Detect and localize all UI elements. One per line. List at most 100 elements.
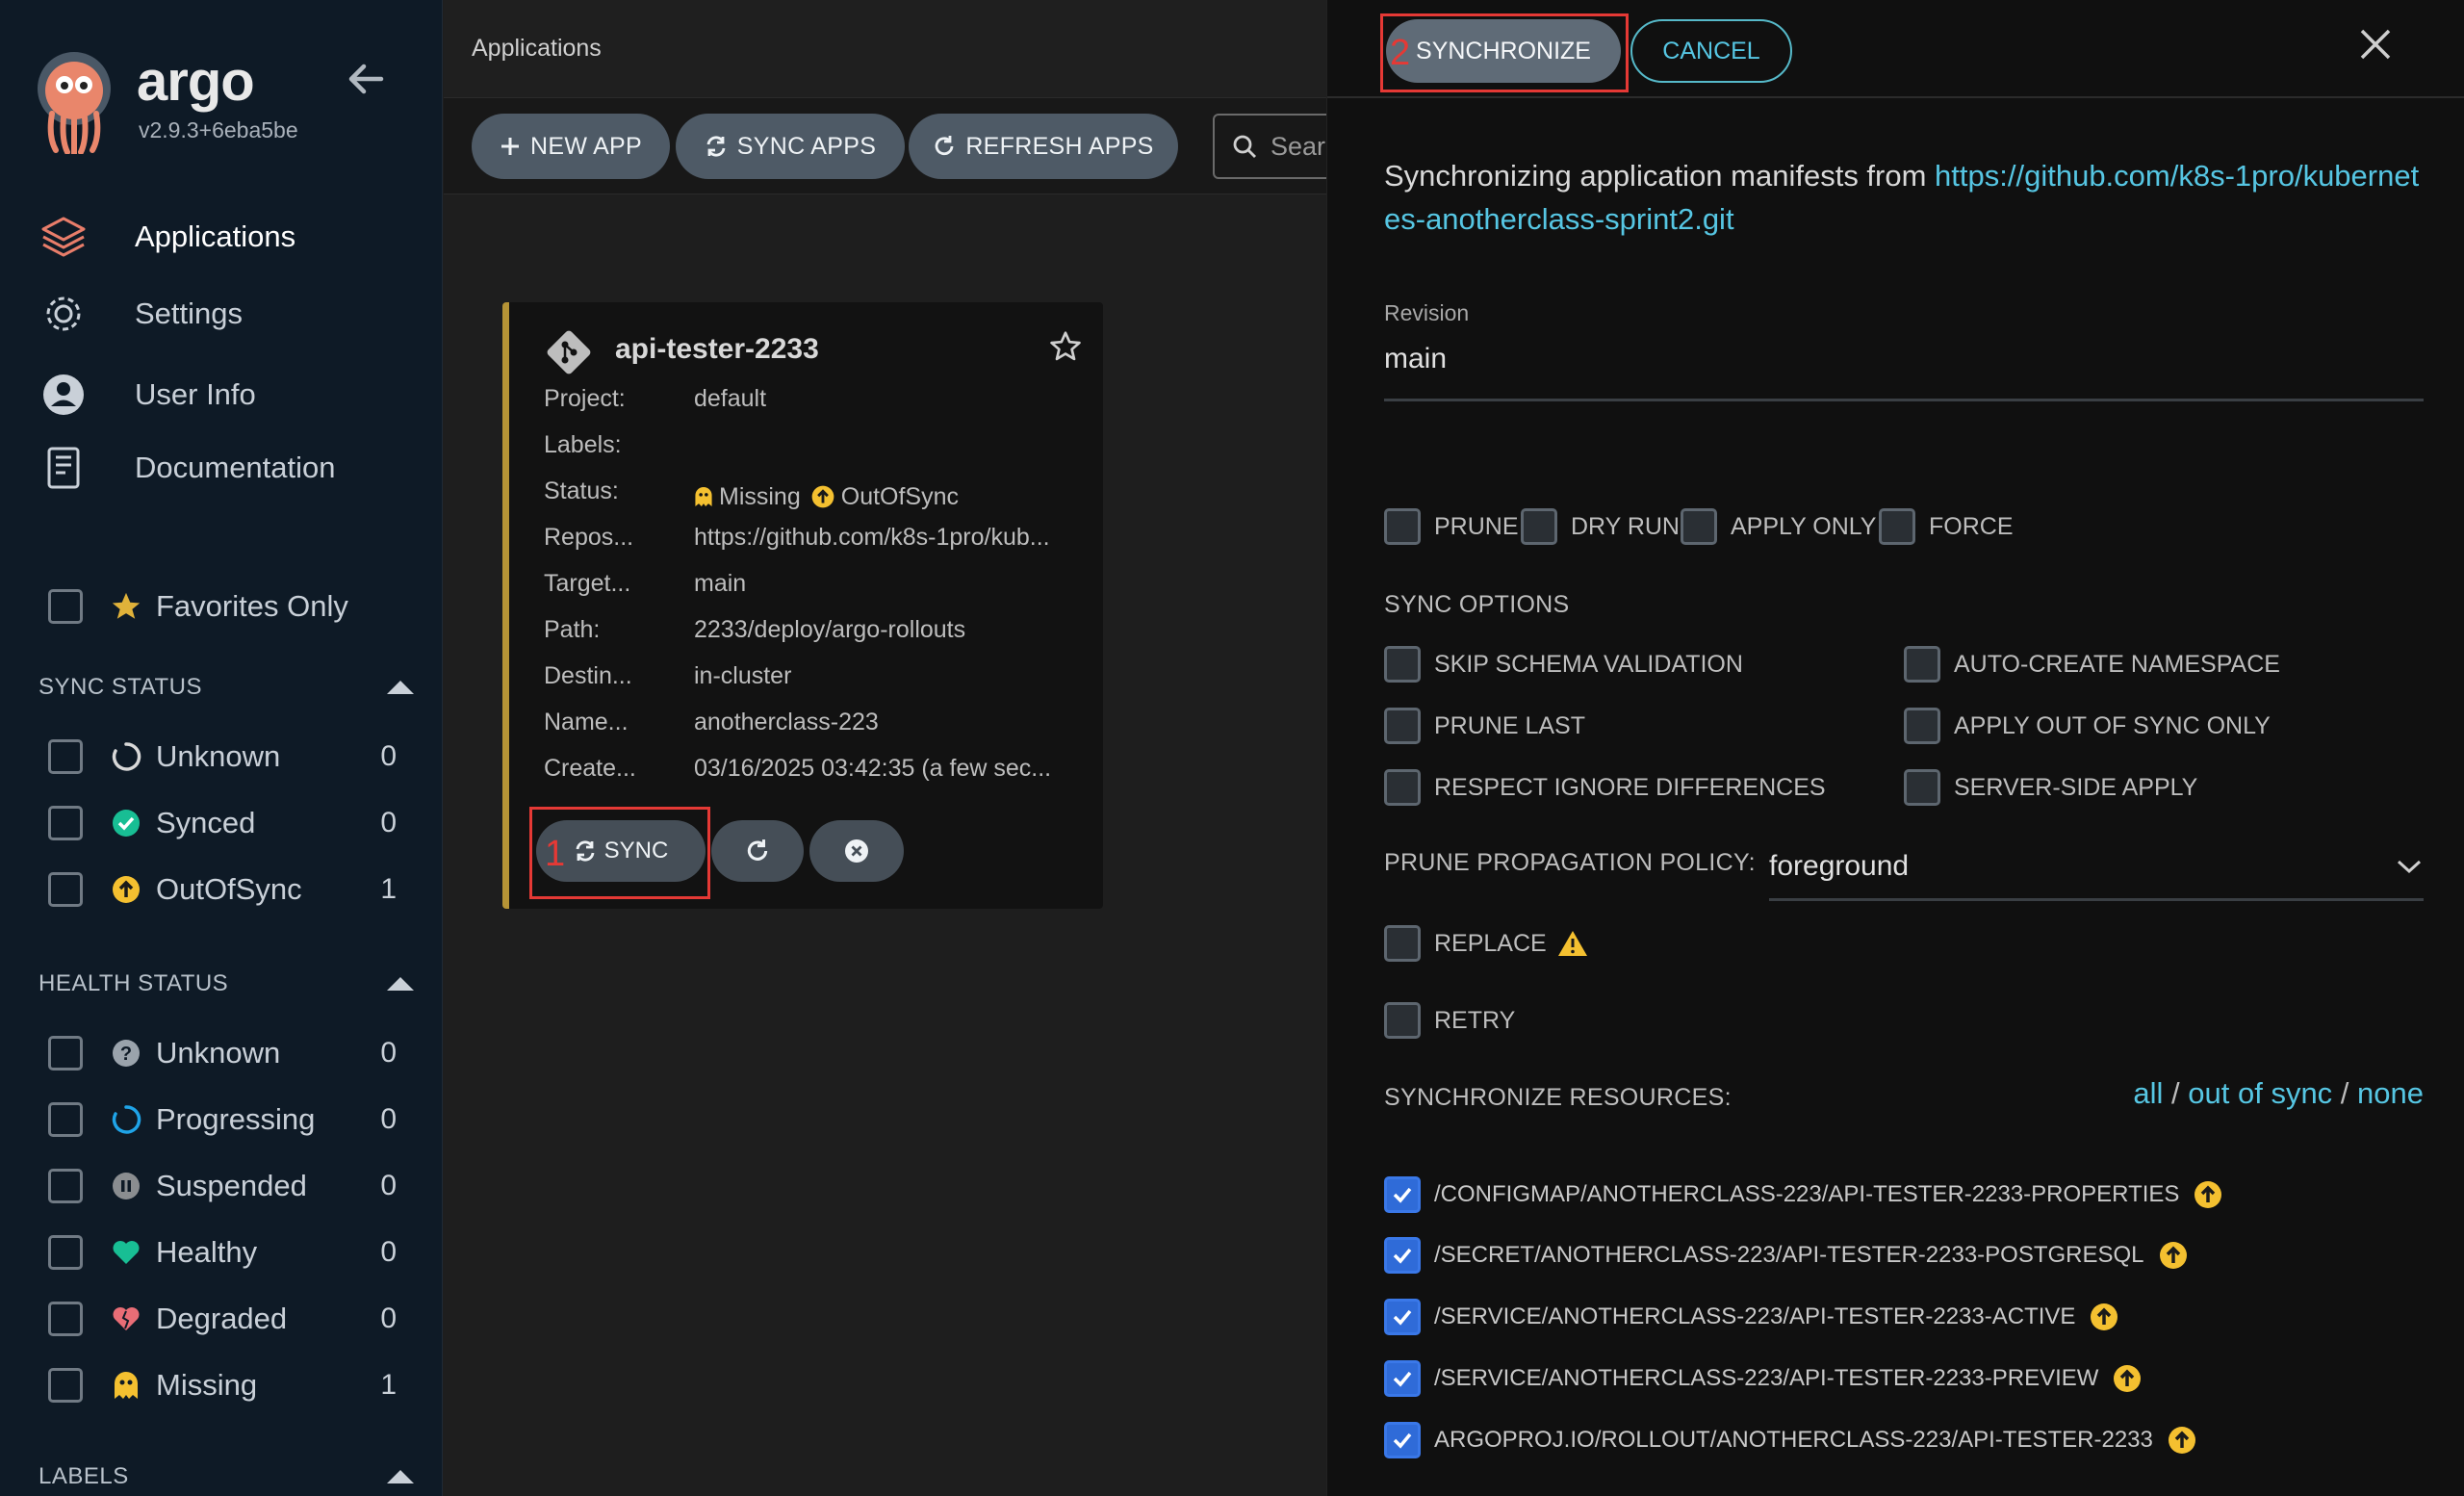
filter-suspended[interactable]: Suspended 0 bbox=[48, 1163, 397, 1209]
new-app-button[interactable]: NEW APP bbox=[472, 114, 670, 179]
filter-count: 0 bbox=[380, 1103, 397, 1135]
option-force[interactable]: FORCE bbox=[1879, 507, 2014, 546]
sync-apps-button[interactable]: SYNC APPS bbox=[676, 114, 905, 179]
filter-health-unknown[interactable]: ? Unknown 0 bbox=[48, 1030, 397, 1076]
checkbox[interactable] bbox=[1904, 769, 1940, 806]
field-value bbox=[694, 431, 1102, 470]
chevron-down-icon bbox=[2397, 860, 2422, 873]
select-all-link[interactable]: all bbox=[2133, 1076, 2163, 1110]
field-value: default bbox=[694, 385, 767, 412]
filter-checkbox[interactable] bbox=[48, 1235, 83, 1270]
checkbox[interactable] bbox=[1904, 708, 1940, 744]
ghost-icon bbox=[110, 1369, 142, 1402]
filter-missing[interactable]: Missing 1 bbox=[48, 1362, 397, 1408]
checkbox[interactable] bbox=[1384, 769, 1421, 806]
checkbox-checked[interactable] bbox=[1384, 1176, 1421, 1213]
option-replace[interactable]: REPLACE bbox=[1384, 924, 1589, 963]
nav-settings[interactable]: Settings bbox=[38, 287, 424, 341]
option-apply-only[interactable]: APPLY ONLY bbox=[1681, 507, 1876, 546]
filter-synced[interactable]: Synced 0 bbox=[48, 800, 397, 846]
filter-checkbox[interactable] bbox=[48, 739, 83, 774]
option-auto-create-namespace[interactable]: AUTO-CREATE NAMESPACE bbox=[1904, 645, 2280, 684]
star-outline-icon[interactable] bbox=[1048, 329, 1083, 364]
filter-sync-unknown[interactable]: Unknown 0 bbox=[48, 734, 397, 780]
option-respect-ignore-differences[interactable]: RESPECT IGNORE DIFFERENCES bbox=[1384, 768, 1826, 807]
filter-checkbox[interactable] bbox=[48, 806, 83, 840]
filter-checkbox[interactable] bbox=[48, 1169, 83, 1203]
option-skip-schema-validation[interactable]: SKIP SCHEMA VALIDATION bbox=[1384, 645, 1743, 684]
circle-notch-icon bbox=[110, 740, 142, 773]
filter-progressing[interactable]: Progressing 0 bbox=[48, 1096, 397, 1143]
synchronize-button[interactable]: SYNCHRONIZE bbox=[1386, 19, 1621, 83]
caret-up-icon bbox=[387, 1470, 414, 1483]
nav-applications[interactable]: Applications bbox=[38, 210, 424, 264]
favorites-filter[interactable]: Favorites Only bbox=[48, 589, 348, 624]
nav-user-info[interactable]: User Info bbox=[38, 368, 424, 422]
checkbox-checked[interactable] bbox=[1384, 1422, 1421, 1458]
prune-policy-label: PRUNE PROPAGATION POLICY: bbox=[1384, 849, 1756, 876]
labels-header[interactable]: LABELS bbox=[38, 1463, 414, 1490]
arrow-left-icon[interactable] bbox=[343, 56, 389, 102]
resource-row[interactable]: /CONFIGMAP/ANOTHERCLASS-223/API-TESTER-2… bbox=[1384, 1174, 2223, 1215]
checkbox[interactable] bbox=[1384, 708, 1421, 744]
layers-icon bbox=[38, 212, 89, 262]
checkbox[interactable] bbox=[1681, 508, 1717, 545]
sync-status-header[interactable]: SYNC STATUS bbox=[38, 674, 414, 701]
app-name[interactable]: api-tester-2233 bbox=[615, 333, 819, 366]
close-icon[interactable] bbox=[2356, 25, 2395, 64]
checkbox-checked[interactable] bbox=[1384, 1237, 1421, 1274]
field-namespace: Name... anotherclass-223 bbox=[544, 709, 1102, 747]
refresh-apps-button[interactable]: REFRESH APPS bbox=[909, 114, 1178, 179]
app-card[interactable]: api-tester-2233 Project: default Labels: … bbox=[502, 302, 1103, 909]
check-icon bbox=[1393, 1187, 1412, 1203]
section-title: LABELS bbox=[38, 1463, 129, 1489]
field-key: Repos... bbox=[544, 524, 634, 551]
checkbox[interactable] bbox=[1904, 646, 1940, 683]
filter-count: 1 bbox=[380, 1369, 397, 1401]
checkbox[interactable] bbox=[1879, 508, 1915, 545]
delete-button[interactable] bbox=[809, 820, 904, 882]
option-prune-last[interactable]: PRUNE LAST bbox=[1384, 707, 1585, 745]
revision-input[interactable]: main bbox=[1384, 343, 1447, 375]
refresh-button[interactable] bbox=[711, 820, 804, 882]
select-none-link[interactable]: none bbox=[2357, 1076, 2424, 1110]
filter-out-of-sync[interactable]: OutOfSync 1 bbox=[48, 866, 397, 913]
caret-up-icon bbox=[387, 977, 414, 991]
filter-checkbox[interactable] bbox=[48, 1368, 83, 1403]
option-server-side-apply[interactable]: SERVER-SIDE APPLY bbox=[1904, 768, 2197, 807]
checkbox[interactable] bbox=[1521, 508, 1557, 545]
nav-documentation[interactable]: Documentation bbox=[38, 441, 424, 495]
argo-logo[interactable]: argo v2.9.3+6eba5be bbox=[35, 48, 323, 154]
filter-checkbox[interactable] bbox=[48, 1302, 83, 1336]
option-apply-out-of-sync-only[interactable]: APPLY OUT OF SYNC ONLY bbox=[1904, 707, 2271, 745]
filter-healthy[interactable]: Healthy 0 bbox=[48, 1229, 397, 1276]
health-status-header[interactable]: HEALTH STATUS bbox=[38, 970, 414, 997]
filter-checkbox[interactable] bbox=[48, 872, 83, 907]
filter-degraded[interactable]: Degraded 0 bbox=[48, 1296, 397, 1342]
option-retry[interactable]: RETRY bbox=[1384, 1001, 1515, 1040]
favorites-checkbox[interactable] bbox=[48, 589, 83, 624]
resource-row[interactable]: ARGOPROJ.IO/ROLLOUT/ANOTHERCLASS-223/API… bbox=[1384, 1420, 2197, 1460]
arrow-up-circle-icon bbox=[2159, 1242, 2187, 1269]
heart-broken-icon bbox=[110, 1303, 142, 1335]
checkbox-checked[interactable] bbox=[1384, 1360, 1421, 1397]
option-label: PRUNE bbox=[1434, 512, 1519, 540]
brand-name: argo bbox=[137, 50, 255, 113]
resource-row[interactable]: /SECRET/ANOTHERCLASS-223/API-TESTER-2233… bbox=[1384, 1235, 2189, 1276]
check-icon bbox=[1393, 1371, 1412, 1387]
filter-count: 0 bbox=[380, 1037, 397, 1069]
filter-checkbox[interactable] bbox=[48, 1036, 83, 1070]
checkbox-checked[interactable] bbox=[1384, 1299, 1421, 1335]
option-dry-run[interactable]: DRY RUN bbox=[1521, 507, 1680, 546]
filter-checkbox[interactable] bbox=[48, 1102, 83, 1137]
cancel-button[interactable]: CANCEL bbox=[1630, 19, 1792, 83]
select-out-of-sync-link[interactable]: out of sync bbox=[2188, 1076, 2332, 1110]
checkbox[interactable] bbox=[1384, 508, 1421, 545]
resource-row[interactable]: /SERVICE/ANOTHERCLASS-223/API-TESTER-223… bbox=[1384, 1297, 2119, 1337]
resource-row[interactable]: /SERVICE/ANOTHERCLASS-223/API-TESTER-223… bbox=[1384, 1358, 2143, 1399]
prune-policy-select[interactable]: foreground bbox=[1769, 834, 2424, 901]
checkbox[interactable] bbox=[1384, 1002, 1421, 1039]
checkbox[interactable] bbox=[1384, 925, 1421, 962]
option-prune[interactable]: PRUNE bbox=[1384, 507, 1519, 546]
checkbox[interactable] bbox=[1384, 646, 1421, 683]
